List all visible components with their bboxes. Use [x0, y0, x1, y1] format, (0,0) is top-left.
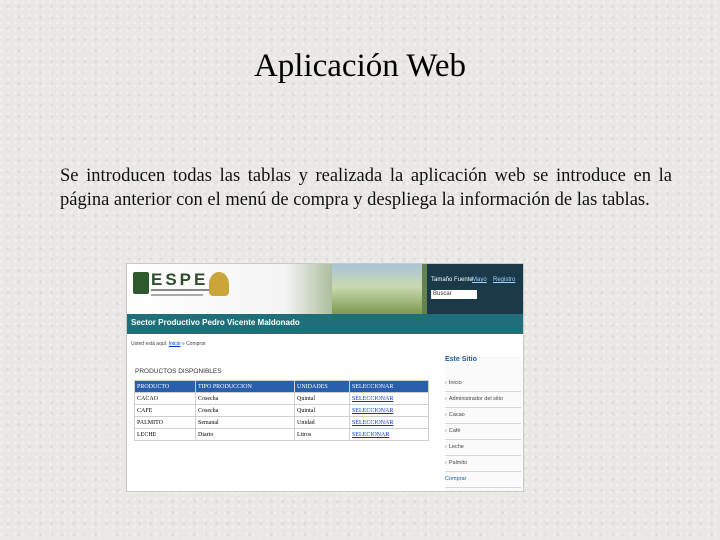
- banner-title: Sector Productivo Pedro Vicente Maldonad…: [131, 318, 300, 327]
- column-header: PRODUCTO: [134, 380, 196, 393]
- products-table: PRODUCTO TIPO PRODUCCION UNIDADES SELECC…: [134, 380, 429, 441]
- select-product-link[interactable]: SELECIONAR: [349, 428, 429, 441]
- espe-logo-icon: [133, 272, 149, 294]
- logo-text: ESPE: [151, 270, 209, 289]
- site-header: ESPE Tamaño Fuente Mayo Registro Buscar …: [127, 264, 523, 334]
- column-header: UNIDADES: [294, 380, 350, 393]
- emblem-icon: [209, 272, 229, 296]
- table-cell: Unidad: [294, 416, 350, 429]
- sidebar-item-leche[interactable]: › Leche: [445, 440, 521, 456]
- sidebar-item-cafe[interactable]: › Café: [445, 424, 521, 440]
- sidebar: Este Sitio › Inicio › Administrador del si…: [445, 356, 523, 491]
- table-cell: Quintal: [294, 404, 350, 417]
- table-cell: CAFE: [134, 404, 196, 417]
- table-cell: PALMITO: [134, 416, 196, 429]
- table-row: CACAO Cosecha Quintal SELECCIONAR: [134, 392, 429, 405]
- table-cell: Diario: [195, 428, 295, 441]
- table-row: PALMITO Semanal Unidad SELECCIONAR: [134, 416, 429, 429]
- logo-subtitle-line: [151, 289, 211, 291]
- sidebar-item-cacao[interactable]: › Cacao: [445, 408, 521, 424]
- sidebar-item-admin[interactable]: › Administrador del sitio: [445, 392, 521, 408]
- table-row: LECHE Diario Litros SELECIONAR: [134, 428, 429, 441]
- font-size-link-larger[interactable]: Mayo: [472, 277, 487, 283]
- sidebar-item-label: Leche: [448, 444, 464, 450]
- sidebar-item-comprar[interactable]: Comprar: [445, 472, 521, 488]
- font-size-link-reset[interactable]: Registro: [493, 277, 515, 283]
- sidebar-title: Este Sitio: [445, 356, 477, 363]
- slide-body-text: Se introducen todas las tablas y realiza…: [60, 166, 672, 210]
- table-cell: Cosecha: [195, 392, 295, 405]
- select-product-link[interactable]: SELECCIONAR: [349, 404, 429, 417]
- select-product-link[interactable]: SELECCIONAR: [349, 392, 429, 405]
- products-heading: PRODUCTOS DISPONIBLES: [135, 368, 222, 375]
- app-screenshot: ESPE Tamaño Fuente Mayo Registro Buscar …: [126, 263, 524, 492]
- site-banner: Sector Productivo Pedro Vicente Maldonad…: [127, 314, 523, 334]
- slide-title: Aplicación Web: [253, 48, 467, 84]
- column-header: TIPO PRODUCCION: [195, 380, 295, 393]
- sidebar-item-inicio[interactable]: › Inicio: [445, 376, 521, 392]
- table-cell: LECHE: [134, 428, 196, 441]
- table-cell: Quintal: [294, 392, 350, 405]
- table-cell: Litros: [294, 428, 350, 441]
- breadcrumb-separator: »: [181, 341, 185, 347]
- table-cell: Semanal: [195, 416, 295, 429]
- search-input[interactable]: Buscar: [431, 290, 477, 299]
- sidebar-item-label: Comprar: [445, 476, 467, 482]
- font-size-label: Tamaño Fuente: [431, 277, 473, 283]
- sidebar-item-label: Café: [448, 428, 461, 434]
- sidebar-item-palmito[interactable]: › Palmito: [445, 456, 521, 472]
- logo-subtitle-line-2: [151, 294, 203, 296]
- table-row: CAFE Cosecha Quintal SELECCIONAR: [134, 404, 429, 417]
- sidebar-item-label: Palmito: [448, 460, 468, 466]
- campus-photo: [332, 264, 422, 314]
- sidebar-item-label: Inicio: [448, 380, 462, 386]
- breadcrumb-current: Comprar: [186, 341, 206, 347]
- table-cell: CACAO: [134, 392, 196, 405]
- breadcrumb: Usted está aquí: Inicio » Comprar: [131, 341, 206, 347]
- table-cell: Cosecha: [195, 404, 295, 417]
- breadcrumb-home-link[interactable]: Inicio: [169, 341, 181, 347]
- sidebar-item-label: Cacao: [448, 412, 465, 418]
- sidebar-item-label: Administrador del sitio: [448, 396, 503, 402]
- column-header: SELECCIONAR: [349, 380, 429, 393]
- table-header-row: PRODUCTO TIPO PRODUCCION UNIDADES SELECC…: [134, 380, 429, 393]
- breadcrumb-prefix: Usted está aquí:: [131, 341, 168, 347]
- select-product-link[interactable]: SELECCIONAR: [349, 416, 429, 429]
